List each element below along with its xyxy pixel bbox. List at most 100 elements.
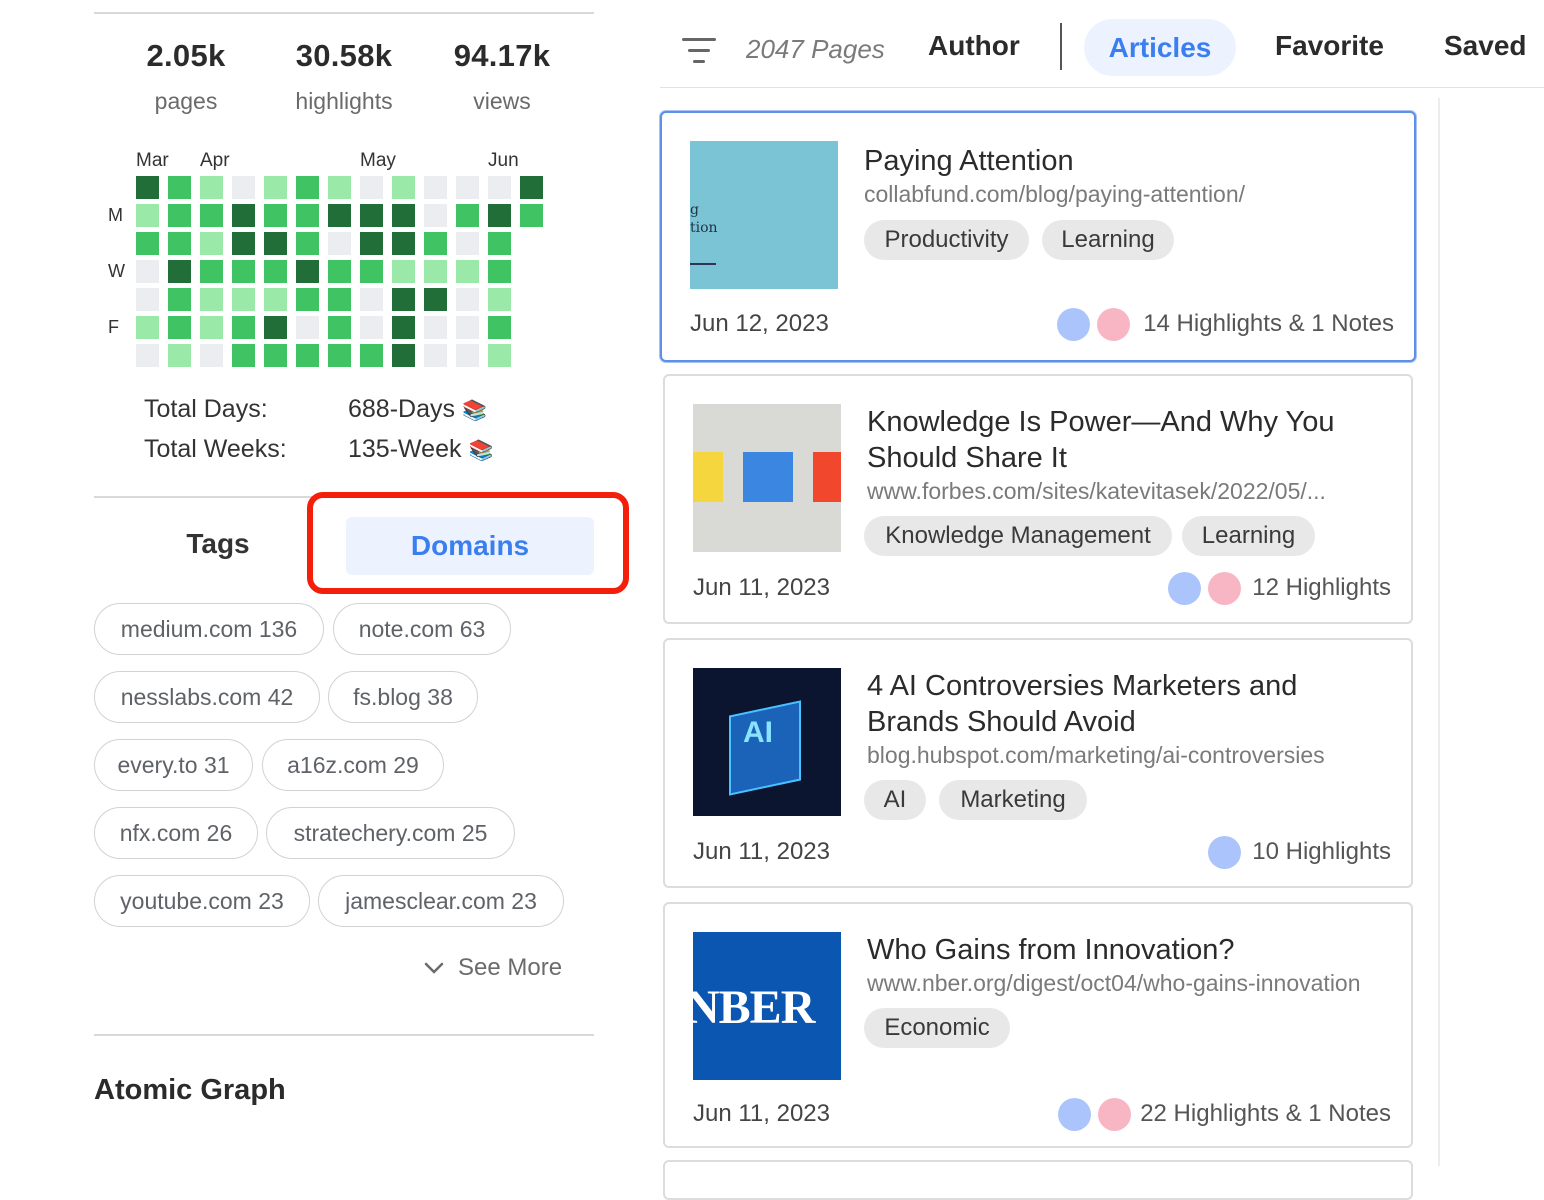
article-tag[interactable]: Productivity [864,220,1029,260]
heatmap-cell[interactable] [168,344,191,367]
heatmap-cell[interactable] [328,288,351,311]
heatmap-cell[interactable] [424,288,447,311]
heatmap-cell[interactable] [360,260,383,283]
article-url[interactable]: collabfund.com/blog/paying-attention/ [864,181,1359,208]
heatmap-cell[interactable] [136,344,159,367]
heatmap-cell[interactable] [488,288,511,311]
heatmap-cell[interactable] [232,260,255,283]
article-title[interactable]: Knowledge Is Power—And Why You Should Sh… [867,404,1387,476]
heatmap-cell[interactable] [456,344,479,367]
heatmap-cell[interactable] [232,344,255,367]
heatmap-cell[interactable] [360,344,383,367]
filter-icon[interactable] [682,36,718,66]
heatmap-cell[interactable] [168,176,191,199]
heatmap-cell[interactable] [168,260,191,283]
heatmap-cell[interactable] [328,204,351,227]
domain-chip[interactable]: nfx.com 26 [94,807,258,859]
nav-favorite[interactable]: Favorite [1275,30,1384,62]
article-tag[interactable]: Knowledge Management [864,516,1172,556]
heatmap-cell[interactable] [264,232,287,255]
heatmap-cell[interactable] [232,316,255,339]
heatmap-cell[interactable] [424,344,447,367]
heatmap-cell[interactable] [392,316,415,339]
heatmap-cell[interactable] [456,204,479,227]
article-tag[interactable]: Economic [864,1008,1010,1048]
heatmap-cell[interactable] [200,260,223,283]
article-title[interactable]: 4 AI Controversies Marketers and Brands … [867,668,1387,740]
heatmap-cell[interactable] [168,204,191,227]
heatmap-cell[interactable] [200,344,223,367]
heatmap-cell[interactable] [264,176,287,199]
heatmap-cell[interactable] [456,288,479,311]
heatmap-cell[interactable] [424,176,447,199]
heatmap-cell[interactable] [200,176,223,199]
heatmap-cell[interactable] [296,316,319,339]
heatmap-cell[interactable] [488,260,511,283]
heatmap-cell[interactable] [264,260,287,283]
heatmap-cell[interactable] [520,204,543,227]
heatmap-cell[interactable] [392,204,415,227]
heatmap-cell[interactable] [200,288,223,311]
heatmap-cell[interactable] [424,204,447,227]
heatmap-cell[interactable] [296,232,319,255]
heatmap-cell[interactable] [328,176,351,199]
heatmap-cell[interactable] [456,232,479,255]
heatmap-cell[interactable] [392,232,415,255]
heatmap-cell[interactable] [136,316,159,339]
heatmap-cell[interactable] [488,344,511,367]
heatmap-cell[interactable] [264,344,287,367]
heatmap-cell[interactable] [168,288,191,311]
article-tag[interactable]: AI [864,780,926,820]
domain-chip[interactable]: note.com 63 [333,603,511,655]
article-tag[interactable]: Marketing [939,780,1087,820]
heatmap-cell[interactable] [424,316,447,339]
heatmap-cell[interactable] [488,316,511,339]
article-url[interactable]: www.nber.org/digest/oct04/who-gains-inno… [867,970,1362,997]
heatmap-cell[interactable] [360,288,383,311]
nav-author[interactable]: Author [928,30,1020,62]
article-card[interactable]: g tion Paying Attention collabfund.com/b… [660,111,1416,362]
heatmap-cell[interactable] [296,288,319,311]
article-card[interactable]: Knowledge Is Power—And Why You Should Sh… [663,374,1413,624]
heatmap-cell[interactable] [328,260,351,283]
heatmap-cell[interactable] [232,288,255,311]
heatmap-cell[interactable] [328,316,351,339]
nav-saved[interactable]: Saved [1444,30,1527,62]
heatmap-cell[interactable] [264,204,287,227]
domain-chip[interactable]: youtube.com 23 [94,875,310,927]
heatmap-cell[interactable] [488,232,511,255]
heatmap-cell[interactable] [424,232,447,255]
heatmap-cell[interactable] [168,316,191,339]
heatmap-cell[interactable] [328,344,351,367]
heatmap-cell[interactable] [200,204,223,227]
article-card[interactable]: NBER Who Gains from Innovation? www.nber… [663,902,1413,1148]
domain-chip[interactable]: fs.blog 38 [328,671,478,723]
heatmap-cell[interactable] [456,260,479,283]
heatmap-cell[interactable] [296,176,319,199]
heatmap-cell[interactable] [488,204,511,227]
heatmap-cell[interactable] [136,204,159,227]
heatmap-cell[interactable] [392,344,415,367]
domain-chip[interactable]: stratechery.com 25 [266,807,515,859]
heatmap-cell[interactable] [456,176,479,199]
heatmap-cell[interactable] [360,204,383,227]
domain-chip[interactable]: jamesclear.com 23 [318,875,564,927]
article-tag[interactable]: Learning [1182,516,1315,556]
article-tag[interactable]: Learning [1042,220,1174,260]
heatmap-cell[interactable] [456,316,479,339]
heatmap-cell[interactable] [232,204,255,227]
article-url[interactable]: blog.hubspot.com/marketing/ai-controvers… [867,742,1362,769]
heatmap-cell[interactable] [136,232,159,255]
heatmap-cell[interactable] [520,176,543,199]
heatmap-cell[interactable] [328,232,351,255]
heatmap-cell[interactable] [360,232,383,255]
heatmap-cell[interactable] [360,316,383,339]
article-card-partial[interactable] [663,1160,1413,1200]
heatmap-cell[interactable] [488,176,511,199]
heatmap-cell[interactable] [392,260,415,283]
heatmap-cell[interactable] [296,204,319,227]
article-url[interactable]: www.forbes.com/sites/katevitasek/2022/05… [867,478,1362,505]
heatmap-cell[interactable] [296,260,319,283]
domain-chip[interactable]: a16z.com 29 [262,739,444,791]
domain-chip[interactable]: every.to 31 [94,739,253,791]
